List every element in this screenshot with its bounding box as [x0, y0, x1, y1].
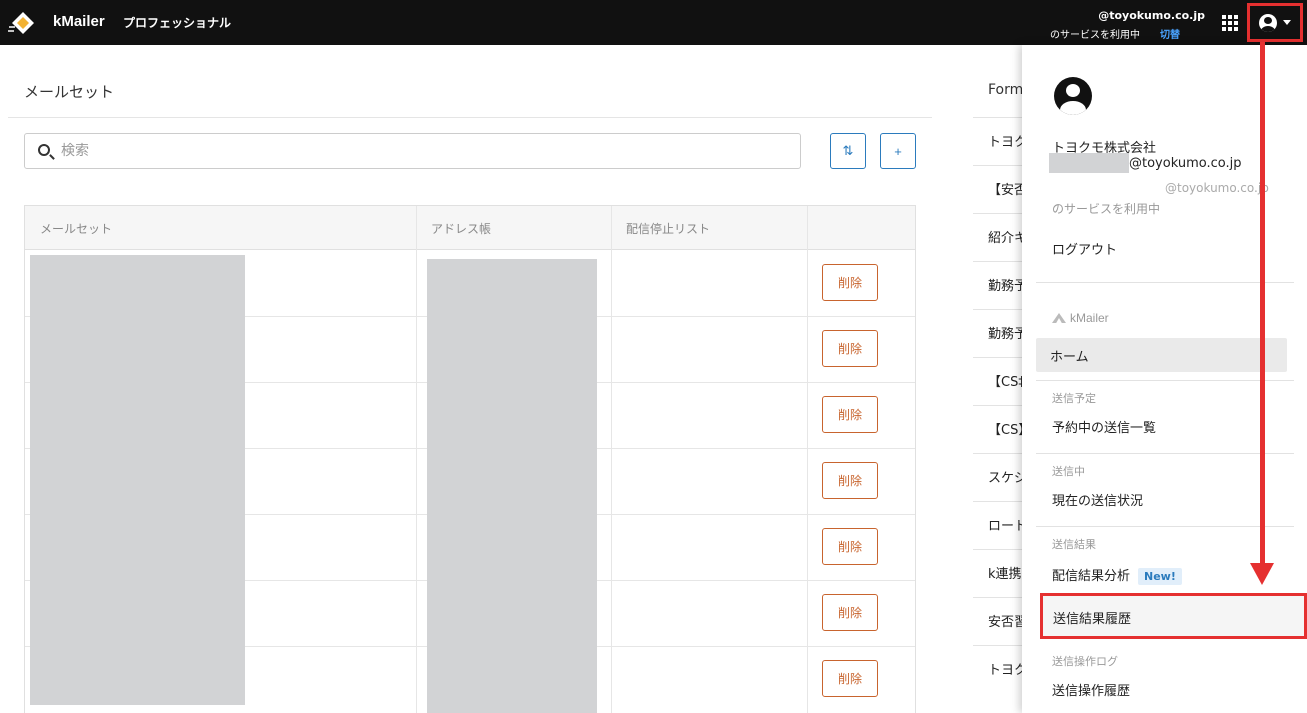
- sort-button[interactable]: ⇅: [830, 133, 866, 169]
- divider: [8, 117, 932, 118]
- menu-item-result-analysis[interactable]: 配信結果分析 New!: [1052, 565, 1182, 585]
- delete-button[interactable]: 削除: [822, 528, 878, 565]
- delete-button[interactable]: 削除: [822, 330, 878, 367]
- menu-item-result-history[interactable]: 送信結果履歴: [1040, 593, 1307, 639]
- page-title: メールセット: [24, 83, 115, 101]
- add-button[interactable]: +: [880, 133, 916, 169]
- user-menu-button[interactable]: [1247, 3, 1303, 42]
- table-header: メールセット アドレス帳 配信停止リスト: [25, 206, 915, 250]
- search-input[interactable]: [61, 140, 761, 162]
- delete-button[interactable]: 削除: [822, 462, 878, 499]
- form-list-header: Form: [988, 82, 1024, 98]
- account-service-text: のサービスを利用中: [1050, 30, 1140, 41]
- mailset-table: メールセット アドレス帳 配信停止リスト 削除 削除 削除 削除 削除 削除 削…: [24, 205, 916, 713]
- menu-item-current-status[interactable]: 現在の送信状況: [1052, 490, 1143, 509]
- logout-link[interactable]: ログアウト: [1052, 239, 1117, 258]
- kmailer-logo-icon: [1052, 313, 1066, 323]
- user-icon: [1259, 13, 1277, 32]
- account-email: @toyokumo.co.jp: [1098, 9, 1205, 22]
- search-box[interactable]: [24, 133, 801, 169]
- divider: [1036, 282, 1294, 283]
- service-text: のサービスを利用中: [1052, 202, 1161, 216]
- column-divider: [611, 206, 612, 713]
- result-analysis-label: 配信結果分析: [1052, 569, 1131, 584]
- brand-label: kMailer: [1052, 311, 1109, 325]
- service-email: @toyokumo.co.jp: [1165, 181, 1269, 195]
- delete-button[interactable]: 削除: [822, 660, 878, 697]
- delete-button[interactable]: 削除: [822, 594, 878, 631]
- menu-item-operation-history[interactable]: 送信操作履歴: [1052, 680, 1130, 699]
- annotation-arrow: [1260, 42, 1265, 567]
- caret-down-icon: [1283, 20, 1291, 25]
- new-badge: New!: [1138, 568, 1182, 585]
- divider: [1036, 526, 1294, 527]
- apps-grid-icon[interactable]: [1222, 15, 1238, 31]
- brand-name: kMailer: [1070, 311, 1109, 325]
- category-sending: 送信中: [1052, 465, 1085, 478]
- column-divider: [416, 206, 417, 713]
- arrow-down-icon: [1250, 563, 1274, 585]
- redacted-addressbook-names: [427, 259, 597, 713]
- search-icon: [38, 144, 50, 156]
- app-name[interactable]: kMailer: [53, 13, 105, 30]
- avatar-icon: [1054, 77, 1092, 115]
- user-email: @toyokumo.co.jp: [1129, 156, 1242, 171]
- kmailer-logo-icon[interactable]: [8, 9, 38, 37]
- top-bar: kMailer プロフェッショナル @toyokumo.co.jp のサービスを…: [0, 0, 1307, 45]
- category-scheduled: 送信予定: [1052, 392, 1096, 405]
- plan-name: プロフェッショナル: [123, 16, 232, 30]
- category-results: 送信結果: [1052, 538, 1096, 551]
- divider: [1036, 453, 1294, 454]
- menu-item-home[interactable]: ホーム: [1036, 338, 1287, 372]
- redacted-email-prefix: [1049, 153, 1129, 173]
- column-header-mailset[interactable]: メールセット: [40, 220, 112, 237]
- column-header-unsubscribe[interactable]: 配信停止リスト: [626, 220, 710, 237]
- column-divider: [807, 206, 808, 713]
- redacted-mailset-names: [30, 255, 245, 705]
- divider: [1036, 380, 1294, 381]
- category-operation-log: 送信操作ログ: [1052, 655, 1118, 668]
- delete-button[interactable]: 削除: [822, 396, 878, 433]
- menu-item-scheduled-list[interactable]: 予約中の送信一覧: [1052, 417, 1156, 436]
- switch-link[interactable]: 切替: [1160, 26, 1180, 41]
- column-header-addressbook[interactable]: アドレス帳: [431, 220, 491, 237]
- delete-button[interactable]: 削除: [822, 264, 878, 301]
